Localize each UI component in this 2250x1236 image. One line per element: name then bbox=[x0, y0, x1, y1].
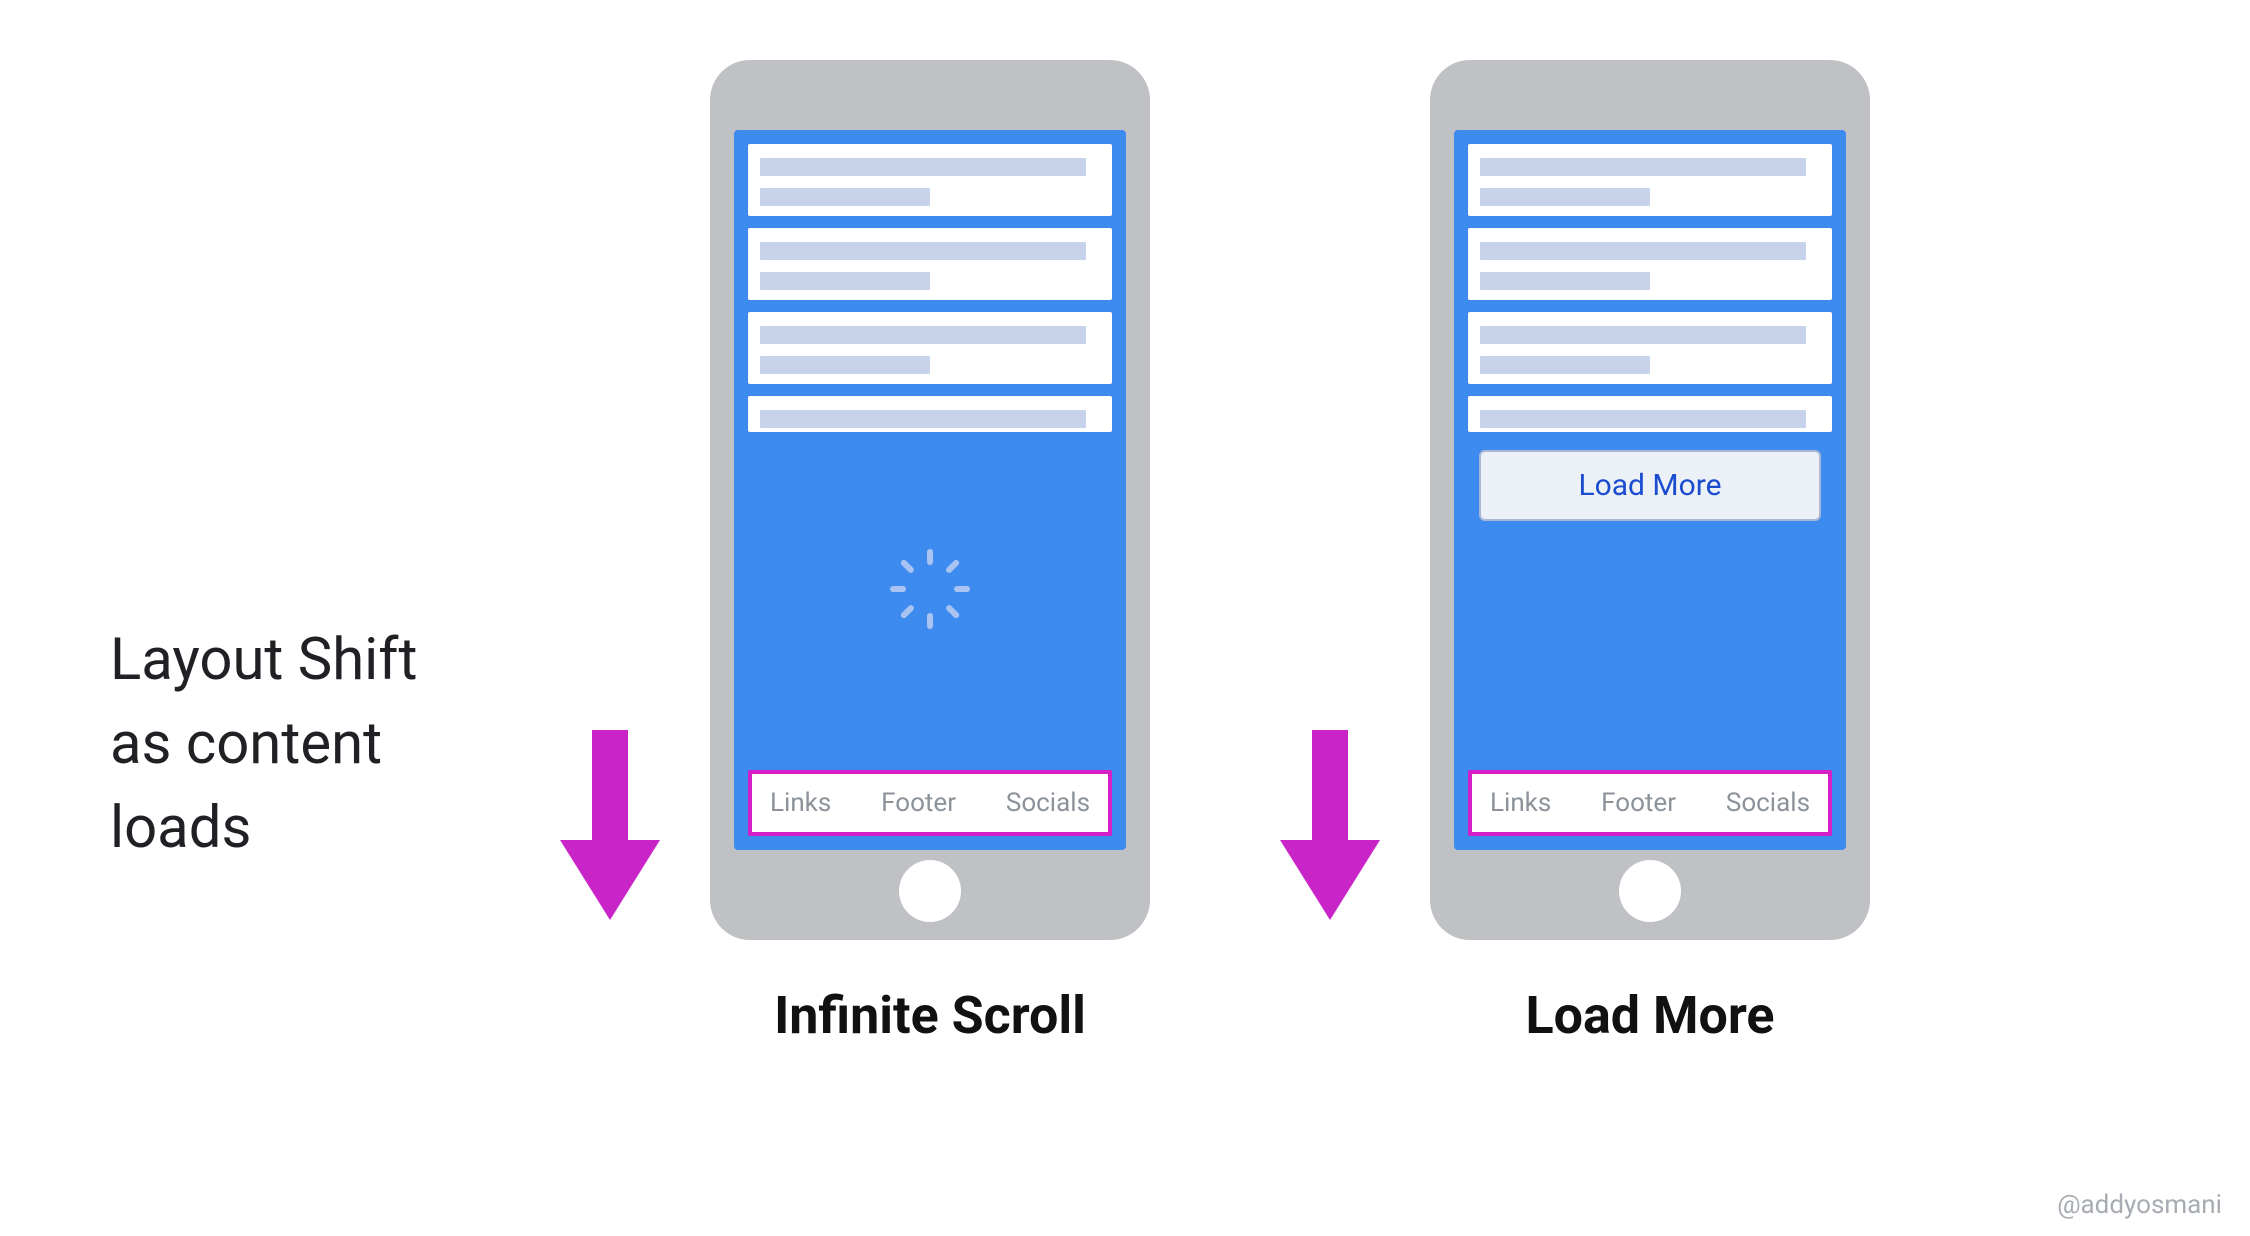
credit-handle: @addyosmani bbox=[2057, 1190, 2222, 1220]
skeleton-line bbox=[760, 272, 930, 290]
phone-frame: Links Footer Socials bbox=[710, 60, 1150, 940]
footer-link[interactable]: Footer bbox=[1601, 788, 1676, 818]
home-button-icon bbox=[1619, 860, 1681, 922]
skeleton-line bbox=[1480, 188, 1650, 206]
footer-region: Links Footer Socials bbox=[1468, 770, 1832, 836]
skeleton-line bbox=[1480, 410, 1806, 428]
phone-label-loadmore: Load More bbox=[1430, 985, 1870, 1046]
load-more-zone: Load More bbox=[1468, 444, 1832, 758]
footer-link[interactable]: Footer bbox=[881, 788, 956, 818]
footer-region: Links Footer Socials bbox=[748, 770, 1112, 836]
skeleton-line bbox=[760, 326, 1086, 344]
list-item bbox=[748, 396, 1112, 432]
list-item bbox=[1468, 228, 1832, 300]
footer-link[interactable]: Links bbox=[1490, 788, 1551, 818]
home-button-icon bbox=[899, 860, 961, 922]
phone-mock-infinite-scroll: Links Footer Socials Infinite Scroll bbox=[710, 60, 1150, 1046]
layout-shift-arrow-icon bbox=[1280, 730, 1380, 920]
list-item bbox=[748, 312, 1112, 384]
skeleton-line bbox=[1480, 356, 1650, 374]
load-more-button[interactable]: Load More bbox=[1479, 450, 1821, 521]
footer-link[interactable]: Links bbox=[770, 788, 831, 818]
skeleton-line bbox=[1480, 272, 1650, 290]
skeleton-line bbox=[760, 188, 930, 206]
phone-frame: Load More Links Footer Socials bbox=[1430, 60, 1870, 940]
list-item bbox=[748, 144, 1112, 216]
loading-zone bbox=[748, 444, 1112, 758]
skeleton-line bbox=[1480, 158, 1806, 176]
list-item bbox=[1468, 144, 1832, 216]
skeleton-line bbox=[1480, 326, 1806, 344]
skeleton-line bbox=[760, 158, 1086, 176]
list-item bbox=[1468, 396, 1832, 432]
skeleton-line bbox=[760, 410, 1086, 428]
spinner-icon bbox=[902, 573, 958, 629]
layout-shift-arrow-icon bbox=[560, 730, 660, 920]
phone-mock-load-more: Load More Links Footer Socials Load More bbox=[1430, 60, 1870, 1046]
caption-text: Layout Shift as content loads bbox=[110, 618, 417, 870]
footer-link[interactable]: Socials bbox=[1006, 788, 1090, 818]
phone-label-infinite: Infinite Scroll bbox=[710, 985, 1150, 1046]
footer-link[interactable]: Socials bbox=[1726, 788, 1810, 818]
list-item bbox=[1468, 312, 1832, 384]
skeleton-line bbox=[760, 356, 930, 374]
screen-area: Links Footer Socials bbox=[734, 130, 1126, 850]
skeleton-line bbox=[1480, 242, 1806, 260]
list-item bbox=[748, 228, 1112, 300]
screen-area: Load More Links Footer Socials bbox=[1454, 130, 1846, 850]
skeleton-line bbox=[760, 242, 1086, 260]
